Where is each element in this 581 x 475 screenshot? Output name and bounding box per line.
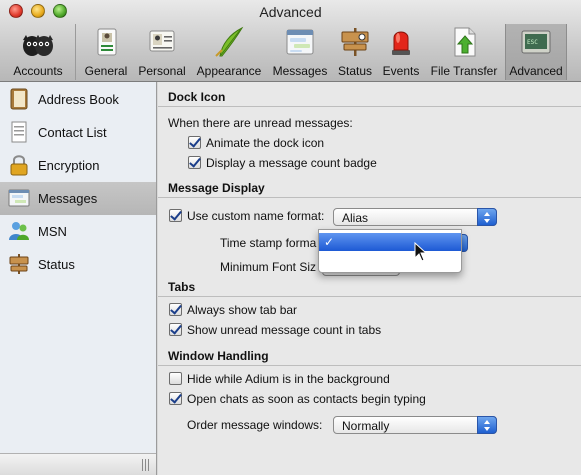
toolbar-label: Messages xyxy=(272,64,328,78)
timestamp-format-menu: ✓ xyxy=(318,229,462,273)
sidebar-item-label: Status xyxy=(38,257,75,272)
count-badge-label: Display a message count badge xyxy=(206,156,377,170)
mouse-pointer-icon xyxy=(414,242,428,262)
animate-dock-checkbox[interactable] xyxy=(188,136,201,149)
messages-icon xyxy=(286,29,314,55)
sidebar-bottom-bar xyxy=(0,453,156,475)
open-chats-typing-label: Open chats as soon as contacts begin typ… xyxy=(187,392,426,406)
toolbar-label: Appearance xyxy=(196,64,262,78)
events-icon xyxy=(392,31,410,55)
name-format-value: Alias xyxy=(342,211,369,225)
hide-in-background-checkbox[interactable] xyxy=(169,372,182,385)
unread-count-tabs-label: Show unread message count in tabs xyxy=(187,323,382,337)
toolbar-events[interactable]: Events xyxy=(378,24,424,80)
open-chats-typing-checkbox[interactable] xyxy=(169,392,182,405)
timestamp-format-label: Time stamp forma xyxy=(220,236,317,250)
sidebar-item-messages[interactable]: Messages xyxy=(0,182,156,215)
toolbar-label: General xyxy=(84,64,128,78)
sidebar-item-status[interactable]: Status xyxy=(0,248,156,281)
toolbar-status[interactable]: Status xyxy=(334,24,376,80)
address-book-icon xyxy=(10,88,28,110)
toolbar-personal[interactable]: Personal xyxy=(135,24,189,80)
popup-arrows-icon xyxy=(477,416,497,434)
toolbar-file-transfer[interactable]: File Transfer xyxy=(426,24,502,80)
section-divider xyxy=(158,365,581,366)
section-divider xyxy=(158,106,581,107)
minimum-font-size-label: Minimum Font Siz xyxy=(220,260,317,274)
status-icon xyxy=(341,28,369,56)
status-sign-icon xyxy=(9,254,29,274)
section-divider xyxy=(158,296,581,297)
toolbar-label: Advanced xyxy=(509,64,563,78)
advanced-icon: ESC xyxy=(521,30,551,54)
file-transfer-icon xyxy=(454,27,476,57)
msn-icon xyxy=(9,222,29,240)
contact-list-icon xyxy=(11,121,27,143)
always-show-tab-bar-label: Always show tab bar xyxy=(187,303,298,317)
checkmark-icon: ✓ xyxy=(324,235,335,249)
name-format-popup[interactable]: Alias xyxy=(333,208,497,226)
sidebar-item-address-book[interactable]: Address Book xyxy=(0,83,156,116)
toolbar-label: Events xyxy=(382,64,420,78)
custom-name-label: Use custom name format: xyxy=(187,209,325,223)
always-show-tab-bar-checkbox[interactable] xyxy=(169,303,182,316)
section-heading-dock-icon: Dock Icon xyxy=(168,90,226,104)
section-heading-window-handling: Window Handling xyxy=(168,349,269,363)
messages-icon xyxy=(8,189,30,207)
sidebar: Address Book Contact List Encryption Mes… xyxy=(0,82,157,475)
general-icon xyxy=(97,28,117,56)
hide-in-background-label: Hide while Adium is in the background xyxy=(187,372,390,386)
window-toolbar: Advanced Accounts General Personal Appea… xyxy=(0,0,581,82)
toolbar-label: Accounts xyxy=(13,64,63,78)
sidebar-item-contact-list[interactable]: Contact List xyxy=(0,116,156,149)
toolbar-messages[interactable]: Messages xyxy=(269,24,331,80)
resize-grip[interactable] xyxy=(142,459,150,471)
popup-arrows-icon xyxy=(477,208,497,226)
toolbar-advanced[interactable]: ESC Advanced xyxy=(505,24,567,80)
sidebar-item-label: Messages xyxy=(38,191,98,206)
order-windows-value: Normally xyxy=(342,419,390,433)
svg-text:ESC: ESC xyxy=(527,39,538,46)
toolbar-appearance[interactable]: Appearance xyxy=(193,24,265,80)
toolbar-label: Personal xyxy=(138,64,186,78)
toolbar-general[interactable]: General xyxy=(80,24,132,80)
timestamp-menu-item-selected[interactable]: ✓ xyxy=(319,233,461,251)
toolbar-accounts[interactable]: Accounts xyxy=(4,24,72,80)
section-divider xyxy=(158,197,581,198)
sidebar-item-label: Contact List xyxy=(38,125,107,140)
sidebar-item-encryption[interactable]: Encryption xyxy=(0,149,156,182)
preferences-pane: Dock Icon When there are unread messages… xyxy=(158,82,581,475)
window-title: Advanced xyxy=(259,4,322,20)
custom-name-checkbox[interactable] xyxy=(169,209,182,222)
toolbar-separator xyxy=(75,24,76,80)
unread-count-tabs-checkbox[interactable] xyxy=(169,323,182,336)
count-badge-checkbox[interactable] xyxy=(188,156,201,169)
animate-dock-label: Animate the dock icon xyxy=(206,136,325,150)
toolbar-label: Status xyxy=(337,64,373,78)
order-windows-label: Order message windows: xyxy=(187,418,323,432)
sidebar-item-label: Encryption xyxy=(38,158,100,173)
sidebar-item-msn[interactable]: MSN xyxy=(0,215,156,248)
appearance-icon xyxy=(215,26,244,57)
personal-icon xyxy=(149,30,175,52)
accounts-icon xyxy=(23,35,53,56)
sidebar-item-label: MSN xyxy=(38,224,67,239)
dock-intro-text: When there are unread messages: xyxy=(168,116,353,130)
section-heading-tabs: Tabs xyxy=(168,280,196,294)
section-heading-message-display: Message Display xyxy=(168,181,265,195)
order-windows-popup[interactable]: Normally xyxy=(333,416,497,434)
toolbar-label: File Transfer xyxy=(430,64,498,78)
sidebar-item-label: Address Book xyxy=(38,92,119,107)
lock-icon xyxy=(10,155,28,176)
